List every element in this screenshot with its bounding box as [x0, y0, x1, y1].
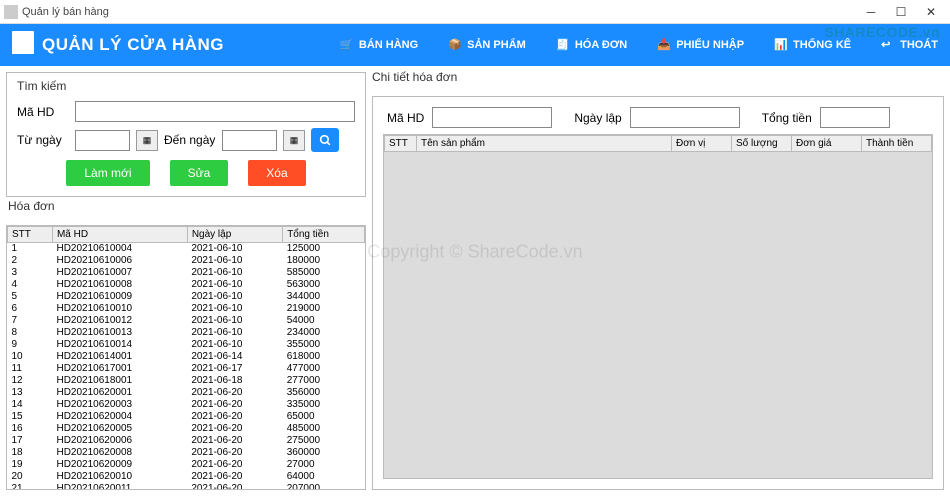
from-date-label: Từ ngày	[17, 133, 69, 147]
table-row[interactable]: 10HD202106140012021-06-14618000	[8, 351, 365, 363]
detail-col-header[interactable]: Đơn giá	[792, 136, 862, 152]
nav-item-4[interactable]: 📊 THỐNG KÊ	[774, 38, 851, 52]
orders-table[interactable]: STTMã HDNgày lậpTổng tiền 1HD20210610004…	[7, 226, 365, 489]
detail-col-header[interactable]: Thành tiền	[862, 136, 932, 152]
nav-icon: 📦	[448, 38, 462, 52]
table-row[interactable]: 2HD202106100062021-06-10180000	[8, 255, 365, 267]
table-row[interactable]: 17HD202106200062021-06-20275000	[8, 435, 365, 447]
table-row[interactable]: 7HD202106100122021-06-1054000	[8, 315, 365, 327]
delete-button[interactable]: Xóa	[248, 160, 305, 186]
search-icon	[319, 134, 332, 147]
search-title: Tìm kiếm	[17, 79, 355, 93]
detail-col-header[interactable]: Đơn vị	[672, 136, 732, 152]
detail-table[interactable]: STTTên sản phẩmĐơn vịSố lượngĐơn giáThàn…	[384, 135, 932, 152]
ma-hd-label: Mã HD	[17, 105, 69, 119]
table-row[interactable]: 5HD202106100092021-06-10344000	[8, 291, 365, 303]
detail-total-input[interactable]	[820, 107, 890, 128]
detail-date-input[interactable]	[630, 107, 740, 128]
nav-label: PHIẾU NHẬP	[676, 39, 744, 51]
table-row[interactable]: 11HD202106170012021-06-17477000	[8, 363, 365, 375]
detail-total-label: Tổng tiền	[762, 111, 812, 125]
table-row[interactable]: 20HD202106200102021-06-2064000	[8, 471, 365, 483]
orders-title: Hóa đơn	[8, 199, 366, 213]
window-titlebar: Quản lý bán hàng ─ ☐ ✕	[0, 0, 950, 24]
table-row[interactable]: 1HD202106100042021-06-10125000	[8, 243, 365, 255]
table-row[interactable]: 15HD202106200042021-06-2065000	[8, 411, 365, 423]
table-row[interactable]: 14HD202106200032021-06-20335000	[8, 399, 365, 411]
nav-icon: 🧾	[556, 38, 570, 52]
close-button[interactable]: ✕	[916, 1, 946, 23]
table-row[interactable]: 21HD202106200112021-06-20207000	[8, 483, 365, 490]
nav-item-3[interactable]: 📥 PHIẾU NHẬP	[657, 38, 744, 52]
table-row[interactable]: 8HD202106100132021-06-10234000	[8, 327, 365, 339]
window-title: Quản lý bán hàng	[22, 6, 109, 18]
minimize-button[interactable]: ─	[856, 1, 886, 23]
orders-table-wrap: STTMã HDNgày lậpTổng tiền 1HD20210610004…	[6, 225, 366, 490]
search-button[interactable]	[311, 128, 339, 152]
table-row[interactable]: 16HD202106200052021-06-20485000	[8, 423, 365, 435]
nav-item-0[interactable]: 🛒 BÁN HÀNG	[340, 38, 418, 52]
orders-col-header[interactable]: Tổng tiền	[283, 227, 365, 243]
table-row[interactable]: 4HD202106100082021-06-10563000	[8, 279, 365, 291]
nav-item-2[interactable]: 🧾 HÓA ĐƠN	[556, 38, 627, 52]
from-date-picker-button[interactable]: ▦	[136, 130, 158, 151]
table-row[interactable]: 9HD202106100142021-06-10355000	[8, 339, 365, 351]
detail-table-wrap: STTTên sản phẩmĐơn vịSố lượngĐơn giáThàn…	[383, 134, 933, 479]
maximize-button[interactable]: ☐	[886, 1, 916, 23]
orders-col-header[interactable]: Mã HD	[52, 227, 187, 243]
detail-col-header[interactable]: STT	[385, 136, 417, 152]
from-date-input[interactable]	[75, 130, 130, 151]
nav-icon: 🛒	[340, 38, 354, 52]
table-row[interactable]: 6HD202106100102021-06-10219000	[8, 303, 365, 315]
table-row[interactable]: 3HD202106100072021-06-10585000	[8, 267, 365, 279]
edit-button[interactable]: Sửa	[170, 160, 229, 186]
table-row[interactable]: 19HD202106200092021-06-2027000	[8, 459, 365, 471]
detail-date-label: Ngày lập	[574, 111, 621, 125]
detail-col-header[interactable]: Tên sản phẩm	[417, 136, 672, 152]
detail-ma-hd-label: Mã HD	[387, 111, 424, 125]
orders-col-header[interactable]: Ngày lập	[187, 227, 282, 243]
nav-label: THOÁT	[900, 39, 938, 51]
orders-col-header[interactable]: STT	[8, 227, 53, 243]
nav-icon: 📊	[774, 38, 788, 52]
brand-title: QUẢN LÝ CỬA HÀNG	[42, 35, 224, 55]
nav-label: HÓA ĐƠN	[575, 39, 627, 51]
nav-icon: 📥	[657, 38, 671, 52]
table-row[interactable]: 18HD202106200082021-06-20360000	[8, 447, 365, 459]
search-group: Tìm kiếm Mã HD Từ ngày ▦ Đến ngày ▦ Làm …	[6, 72, 366, 197]
main-navbar: QUẢN LÝ CỬA HÀNG 🛒 BÁN HÀNG 📦 SẢN PHẨM 🧾 HÓA …	[0, 24, 950, 66]
nav-item-1[interactable]: 📦 SẢN PHẨM	[448, 38, 526, 52]
table-row[interactable]: 12HD202106180012021-06-18277000	[8, 375, 365, 387]
nav-label: SẢN PHẨM	[467, 39, 526, 51]
to-date-picker-button[interactable]: ▦	[283, 130, 305, 151]
ma-hd-input[interactable]	[75, 101, 355, 122]
detail-ma-hd-input[interactable]	[432, 107, 552, 128]
nav-label: THỐNG KÊ	[793, 39, 851, 51]
refresh-button[interactable]: Làm mới	[66, 160, 149, 186]
table-row[interactable]: 13HD202106200012021-06-20356000	[8, 387, 365, 399]
nav-label: BÁN HÀNG	[359, 39, 418, 51]
app-icon	[4, 5, 18, 19]
store-icon	[12, 36, 34, 54]
nav-item-5[interactable]: ↩ THOÁT	[881, 38, 938, 52]
detail-title: Chi tiết hóa đơn	[372, 70, 944, 84]
to-date-label: Đến ngày	[164, 133, 216, 147]
to-date-input[interactable]	[222, 130, 277, 151]
nav-icon: ↩	[881, 38, 895, 52]
detail-col-header[interactable]: Số lượng	[732, 136, 792, 152]
detail-group: Mã HD Ngày lập Tổng tiền STTTên sản phẩm…	[372, 96, 944, 490]
brand: QUẢN LÝ CỬA HÀNG	[12, 35, 224, 55]
